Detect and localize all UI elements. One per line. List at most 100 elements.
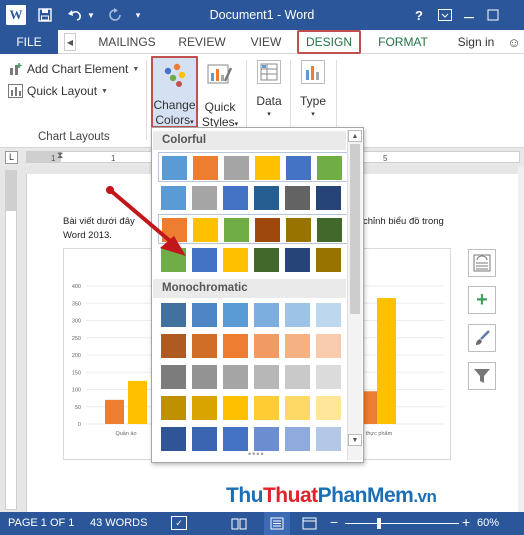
color-swatch [285,248,310,272]
tab-format[interactable]: FORMAT [370,30,436,54]
feedback-smiley-icon[interactable]: ☺ [505,30,523,54]
chart-bar[interactable] [105,399,124,424]
resize-grip-icon[interactable]: •••• [248,449,265,459]
quick-styles-label: Quick [204,100,236,114]
chart-filters-button[interactable] [468,362,496,390]
change-colors-button[interactable]: Change Colors▾ [151,56,198,128]
y-tick-label: 50 [75,405,81,411]
ribbon-display-options-icon[interactable] [436,5,454,25]
zoom-out-icon[interactable]: − [330,514,338,530]
change-chart-type-button[interactable]: Type ▾ [296,58,330,128]
scroll-thumb[interactable] [350,144,360,314]
zoom-slider-thumb[interactable] [377,518,382,529]
color-swatch [254,396,279,420]
color-palette-option[interactable] [161,300,347,330]
color-swatch [192,303,217,327]
color-swatch [255,218,280,242]
data-button[interactable]: Data ▾ [252,58,286,128]
chart-bar[interactable] [377,298,396,424]
filter-icon [474,369,490,383]
maximize-icon[interactable] [484,5,502,25]
change-colors-gallery: Colorful Monochromatic ▲ ▼ •••• [151,127,364,463]
zoom-in-icon[interactable]: + [462,514,470,530]
sign-in-link[interactable]: Sign in [448,30,504,54]
gallery-scrollbar[interactable]: ▲ ▼ [347,130,362,460]
color-palette-option[interactable] [161,362,347,392]
tab-file[interactable]: FILE [0,30,58,54]
tab-stop-selector[interactable]: L [5,151,18,164]
quick-layout-label: Quick Layout [27,84,98,98]
chart-elements-button[interactable]: + [468,286,496,314]
color-swatch [161,396,186,420]
quick-styles-icon [207,62,233,88]
add-chart-element-icon [8,62,23,76]
y-tick-label: 200 [72,353,81,359]
add-chart-element-button[interactable]: Add Chart Element ▼ [8,60,139,78]
web-layout-icon[interactable] [302,517,317,530]
y-tick-label: 300 [72,319,81,325]
chart-styles-button[interactable] [468,324,496,352]
y-tick-label: 0 [78,422,81,428]
tab-design[interactable]: DESIGN [297,30,361,54]
read-mode-icon[interactable] [231,517,247,530]
color-swatch [161,365,186,389]
word-count[interactable]: 43 WORDS [90,517,147,529]
color-swatch [286,218,311,242]
color-swatch [286,156,311,180]
scroll-up-icon[interactable]: ▲ [348,130,362,142]
plus-icon: + [476,288,488,311]
color-swatch [223,396,248,420]
data-table-icon [257,60,281,84]
color-swatch [224,156,249,180]
chart-layouts-group-label: Chart Layouts [38,131,110,143]
color-swatch [192,427,217,451]
tab-review[interactable]: REVIEW [174,30,230,54]
watermark-text: Thu [226,484,263,507]
change-colors-label: Change [153,98,196,112]
color-palette-option[interactable] [161,393,347,423]
print-layout-icon[interactable] [264,512,290,535]
layout-options-button[interactable] [468,249,496,277]
document-text-right[interactable]: chỉnh biểu đồ trong [363,215,513,229]
color-swatch [223,365,248,389]
color-swatch [192,365,217,389]
color-swatch [254,365,279,389]
tab-mailings[interactable]: MAILINGS [92,30,162,54]
color-swatch [316,248,341,272]
color-palette-option[interactable] [158,152,349,182]
color-swatch [285,365,310,389]
color-swatch [223,334,248,358]
color-swatch [316,427,341,451]
quick-styles-button[interactable]: Quick Styles▾ [200,58,240,129]
tab-view[interactable]: VIEW [244,30,288,54]
vertical-scrollbar[interactable] [518,166,524,512]
add-chart-element-label: Add Chart Element [27,62,129,76]
y-tick-label: 400 [72,284,81,290]
y-tick-label: 150 [72,370,81,376]
dropdown-arrow-icon: ▾ [190,119,194,126]
dropdown-arrow-icon: ▾ [267,111,271,118]
color-swatch [223,427,248,451]
chart-bar[interactable] [128,380,147,424]
zoom-level[interactable]: 60% [477,517,499,529]
title-bar: W ▼ ▾ Document1 - Word ? [0,0,524,30]
paintbrush-icon [476,330,490,345]
minimize-icon[interactable] [460,5,478,25]
scroll-down-icon[interactable]: ▼ [348,434,362,446]
page-count[interactable]: PAGE 1 OF 1 [8,517,74,529]
proofing-icon[interactable]: ✓ [171,516,187,530]
quick-layout-button[interactable]: Quick Layout ▼ [8,82,108,100]
x-tick-label: Quần áo [115,431,136,437]
chart-type-icon [301,60,325,84]
indent-marker-icon[interactable]: ⧗ [57,150,63,161]
data-label: Data [256,94,282,108]
zoom-slider-track[interactable] [345,523,459,524]
vertical-ruler[interactable] [5,170,17,510]
x-tick-label: thực phẩm [366,430,393,437]
color-palette-option[interactable] [161,331,347,361]
tab-scroll-left-icon[interactable]: ◀ [64,33,76,51]
watermark-logo: ThuThuatPhanMem.vn [226,484,524,512]
color-swatch [285,396,310,420]
ribbon-separator [146,60,147,140]
help-icon[interactable]: ? [410,5,428,25]
